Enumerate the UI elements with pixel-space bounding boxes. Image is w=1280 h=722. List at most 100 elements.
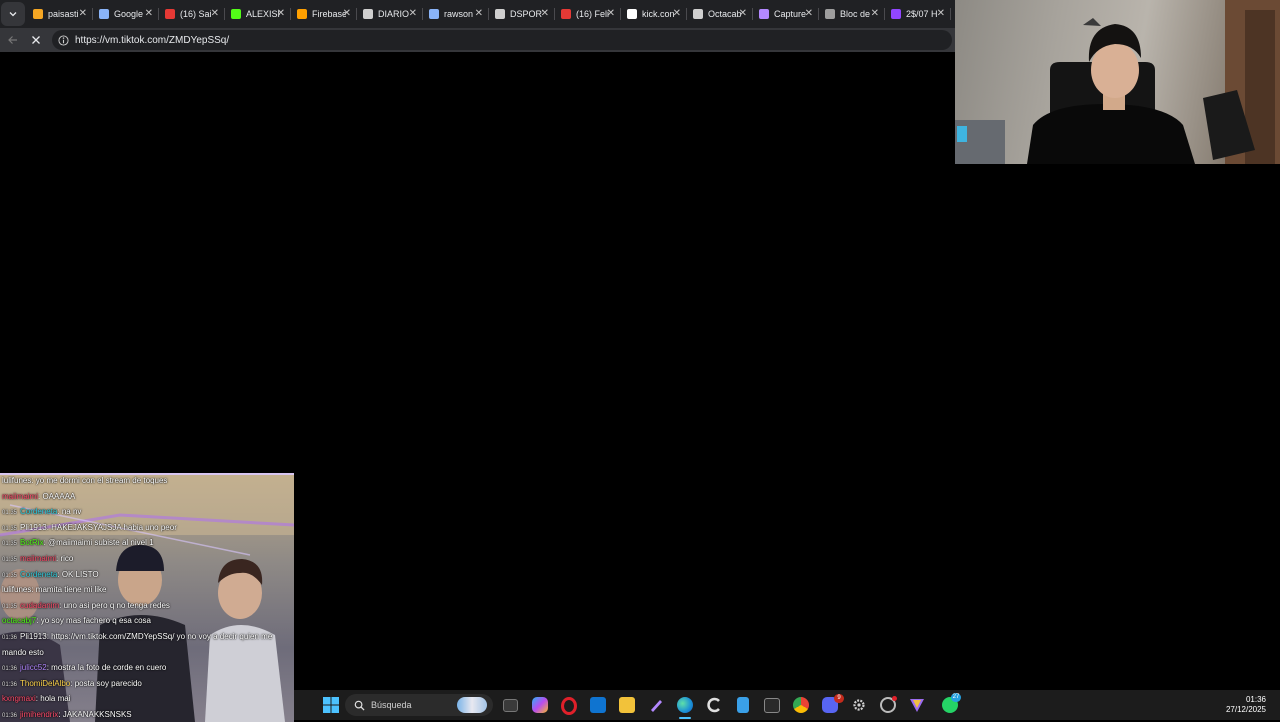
stop-loading-button[interactable] xyxy=(26,30,46,50)
chat-timestamp: 01:36 xyxy=(2,666,18,673)
tab-search-button[interactable] xyxy=(1,2,25,26)
chat-username: Cordeneta xyxy=(20,569,58,579)
ccleaner-icon[interactable] xyxy=(706,697,722,713)
chat-message: 01:35 Pli1913: HAKEJAKSYAJSJA habia uno p… xyxy=(2,523,177,534)
opera-icon[interactable] xyxy=(561,697,577,715)
tab-favicon-icon xyxy=(561,9,571,19)
chat-message: 01:35 BotRix: @maiimaimi subiste al nivel… xyxy=(2,538,154,549)
tab-title: 2$/07 H xyxy=(906,9,938,19)
chat-username: BotRix xyxy=(20,538,44,548)
chat-username: jimihendrix xyxy=(20,710,59,719)
chat-timestamp: 01:36 xyxy=(2,681,18,688)
tab-title: Octacab xyxy=(708,9,742,19)
tab-close-icon[interactable]: ✕ xyxy=(739,8,747,19)
tab-close-icon[interactable]: ✕ xyxy=(277,8,285,19)
chat-timestamp: 01:36 xyxy=(2,713,18,719)
tab-favicon-icon xyxy=(429,9,439,19)
back-arrow-icon xyxy=(8,36,17,44)
chat-message: 01:36 julicc52: mostra la foto de corde e… xyxy=(2,663,166,674)
webcam-person-image xyxy=(955,0,1280,164)
browser-tab[interactable]: DSPORT ✕ xyxy=(489,0,555,28)
chat-timestamp: 01:35 xyxy=(2,572,18,579)
chat-timestamp: 01:35 xyxy=(2,541,18,548)
whatsapp-notification-badge: 27 xyxy=(951,693,961,702)
chat-timestamp: 01:35 xyxy=(2,557,18,563)
close-icon xyxy=(32,36,40,44)
browser-tab[interactable]: Google ✕ xyxy=(93,0,159,28)
clock-time: 01:36 xyxy=(1245,695,1266,704)
pen-icon xyxy=(651,700,662,712)
chat-text: : JAKANAKKSNSKS xyxy=(58,710,132,719)
copilot-icon[interactable] xyxy=(532,697,548,713)
pen-app-icon[interactable] xyxy=(648,697,664,713)
tab-close-icon[interactable]: ✕ xyxy=(145,8,153,19)
chat-message: maiimaimi: OAAAAA xyxy=(2,492,75,502)
chat-username: julicc52 xyxy=(20,663,47,673)
chat-timestamp: 01:35 xyxy=(2,603,18,610)
browser-tab[interactable]: ALEXISF ✕ xyxy=(225,0,291,28)
chat-username: maiimaimi xyxy=(20,554,57,563)
browser-tab[interactable]: 2$/07 H ✕ xyxy=(885,0,951,28)
browser-tab[interactable]: (16) Sai ✕ xyxy=(159,0,225,28)
system-clock[interactable]: 01:36 27/12/2025 xyxy=(1226,695,1266,715)
microsoft-store-icon[interactable] xyxy=(590,697,606,713)
tab-title: ALEXISF xyxy=(246,9,280,19)
tab-close-icon[interactable]: ✕ xyxy=(607,8,615,19)
tab-favicon-icon xyxy=(627,9,637,19)
taskbar: Búsqueda 9 27 01:36 27/12/2025 xyxy=(294,690,1280,720)
browser-tab[interactable]: DIARIO ✕ xyxy=(357,0,423,28)
search-placeholder: Búsqueda xyxy=(371,700,412,710)
taskbar-search-box[interactable]: Búsqueda xyxy=(345,694,493,716)
chat-text: : OK LISTO xyxy=(57,569,99,579)
chat-username: Pli1913 xyxy=(20,632,47,641)
browser-tab[interactable]: Firebase ✕ xyxy=(291,0,357,28)
tab-favicon-icon xyxy=(33,9,43,19)
browser-tab[interactable]: rawson ✕ xyxy=(423,0,489,28)
vpn-app-icon[interactable] xyxy=(909,697,925,713)
browser-tab[interactable]: Capture ✕ xyxy=(753,0,819,28)
tab-close-icon[interactable]: ✕ xyxy=(79,8,87,19)
edge-icon[interactable] xyxy=(677,697,693,713)
windows-start-button[interactable] xyxy=(323,697,339,713)
tab-favicon-icon xyxy=(825,9,835,19)
tab-favicon-icon xyxy=(99,9,109,19)
chat-username: ThomiDelAlbo xyxy=(20,678,71,688)
search-icon xyxy=(354,700,365,711)
tab-title: (16) Sai xyxy=(180,9,212,19)
chat-text: : na nv xyxy=(57,507,82,517)
chat-text: : HAKEJAKSYAJSJA habia uno peor xyxy=(46,522,177,532)
tab-favicon-icon xyxy=(495,9,505,19)
task-view-icon[interactable] xyxy=(503,699,518,712)
browser-tab[interactable]: Bloc de ✕ xyxy=(819,0,885,28)
tab-close-icon[interactable]: ✕ xyxy=(343,8,351,19)
settings-icon[interactable] xyxy=(851,697,867,713)
browser-tab[interactable]: kick.con ✕ xyxy=(621,0,687,28)
address-bar[interactable]: https://vm.tiktok.com/ZMDYepSSq/ xyxy=(52,30,952,50)
terminal-icon[interactable] xyxy=(764,698,780,713)
chat-username: maiimaimi xyxy=(2,491,38,501)
tab-close-icon[interactable]: ✕ xyxy=(211,8,219,19)
tab-favicon-icon xyxy=(231,9,241,19)
chat-message: lulifunes: mamita tiene mi like xyxy=(2,585,107,595)
active-app-indicator xyxy=(679,717,691,719)
back-button[interactable] xyxy=(3,30,23,50)
tab-close-icon[interactable]: ✕ xyxy=(541,8,549,19)
triangle-logo-icon xyxy=(910,699,924,712)
tab-close-icon[interactable]: ✕ xyxy=(673,8,681,19)
file-explorer-icon[interactable] xyxy=(619,697,635,713)
browser-tab[interactable]: paisasti ✕ xyxy=(27,0,93,28)
chrome-icon[interactable] xyxy=(793,697,809,713)
chat-text: : yo soy mas fachero q esa cosa xyxy=(36,616,151,626)
tab-close-icon[interactable]: ✕ xyxy=(805,8,813,19)
browser-tab[interactable]: Octacab ✕ xyxy=(687,0,753,28)
chat-timestamp: 01:36 xyxy=(2,635,18,641)
tab-close-icon[interactable]: ✕ xyxy=(409,8,417,19)
tab-close-icon[interactable]: ✕ xyxy=(871,8,879,19)
tab-close-icon[interactable]: ✕ xyxy=(937,8,945,19)
tab-favicon-icon xyxy=(693,9,703,19)
webcam-overlay xyxy=(955,0,1280,164)
tab-favicon-icon xyxy=(759,9,769,19)
tab-close-icon[interactable]: ✕ xyxy=(475,8,483,19)
notepad-icon[interactable] xyxy=(737,697,749,713)
browser-tab[interactable]: (16) Feli ✕ xyxy=(555,0,621,28)
